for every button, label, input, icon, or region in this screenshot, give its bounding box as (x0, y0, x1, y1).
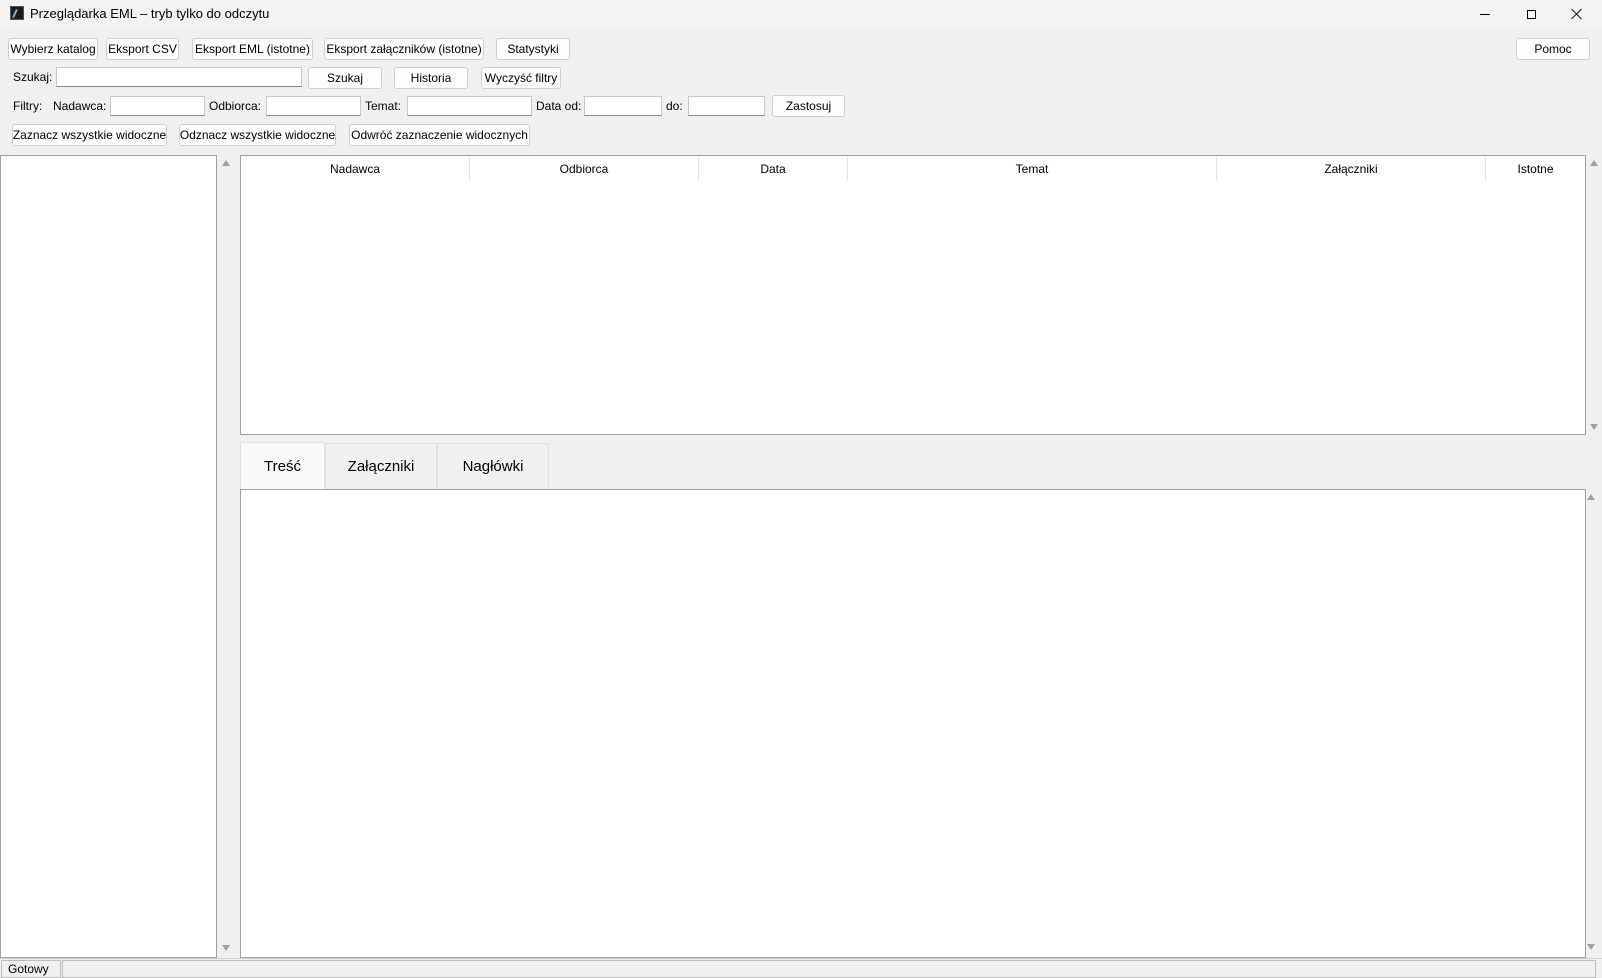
minimize-button[interactable] (1462, 0, 1508, 28)
export-eml-button[interactable]: Eksport EML (istotne) (192, 38, 313, 60)
title-bar: Przeglądarka EML – tryb tylko do odczytu (0, 0, 1602, 28)
search-input[interactable] (56, 67, 302, 87)
message-body-view[interactable] (240, 489, 1586, 958)
recipient-filter-label: Odbiorca: (209, 99, 262, 113)
message-table[interactable]: Nadawca Odbiorca Data Temat Załączniki I… (240, 155, 1586, 435)
status-panel (62, 960, 1596, 978)
scroll-up-icon[interactable] (222, 160, 230, 166)
status-text: Gotowy (1, 960, 61, 978)
subject-filter-input[interactable] (407, 96, 532, 116)
close-button[interactable] (1554, 0, 1600, 28)
search-label: Szukaj: (13, 70, 53, 84)
apply-filters-button[interactable]: Zastosuj (772, 95, 845, 117)
statistics-button[interactable]: Statystyki (496, 38, 570, 60)
history-button[interactable]: Historia (394, 67, 468, 89)
preview-tabs: Treść Załączniki Nagłówki (240, 442, 549, 489)
app-icon (10, 6, 24, 20)
table-scroll-up-icon[interactable] (1590, 160, 1598, 166)
window-title: Przeglądarka EML – tryb tylko do odczytu (30, 6, 270, 21)
sender-filter-input[interactable] (110, 96, 205, 116)
search-button[interactable]: Szukaj (308, 67, 382, 89)
column-header-subject[interactable]: Temat (848, 156, 1217, 181)
date-to-label: do: (666, 99, 683, 113)
deselect-all-visible-button[interactable]: Odznacz wszystkie widoczne (179, 124, 336, 146)
recipient-filter-input[interactable] (266, 96, 361, 116)
table-scroll-down-icon[interactable] (1590, 424, 1598, 430)
filters-label: Filtry: (13, 99, 43, 113)
subject-filter-label: Temat: (365, 99, 402, 113)
invert-selection-button[interactable]: Odwróć zaznaczenie widocznych (349, 124, 530, 146)
maximize-icon (1526, 9, 1536, 19)
tab-content[interactable]: Treść (240, 442, 325, 489)
minimize-icon (1480, 13, 1490, 15)
export-csv-button[interactable]: Eksport CSV (106, 38, 179, 60)
body-scroll-down-icon[interactable] (1587, 944, 1595, 950)
date-from-input[interactable] (584, 96, 662, 116)
column-header-recipient[interactable]: Odbiorca (470, 156, 699, 181)
column-header-important[interactable]: Istotne (1486, 156, 1585, 181)
export-attachments-button[interactable]: Eksport załączników (istotne) (324, 38, 484, 60)
date-to-input[interactable] (688, 96, 765, 116)
select-all-visible-button[interactable]: Zaznacz wszystkie widoczne (12, 124, 167, 146)
clear-filters-button[interactable]: Wyczyść filtry (481, 67, 561, 89)
status-bar: Gotowy (0, 958, 1602, 978)
body-scroll-up-icon[interactable] (1587, 494, 1595, 500)
column-header-date[interactable]: Data (699, 156, 848, 181)
close-icon (1571, 8, 1583, 20)
help-button[interactable]: Pomoc (1516, 38, 1590, 60)
sender-filter-label: Nadawca: (53, 99, 107, 113)
column-header-attachments[interactable]: Załączniki (1217, 156, 1486, 181)
tab-attachments[interactable]: Załączniki (325, 443, 437, 489)
table-header: Nadawca Odbiorca Data Temat Załączniki I… (241, 156, 1585, 181)
choose-directory-button[interactable]: Wybierz katalog (8, 38, 98, 60)
maximize-button[interactable] (1508, 0, 1554, 28)
column-header-sender[interactable]: Nadawca (241, 156, 470, 181)
date-from-label: Data od: (536, 99, 582, 113)
folder-tree[interactable] (0, 155, 217, 958)
scroll-down-icon[interactable] (222, 945, 230, 951)
tab-headers[interactable]: Nagłówki (437, 443, 549, 489)
